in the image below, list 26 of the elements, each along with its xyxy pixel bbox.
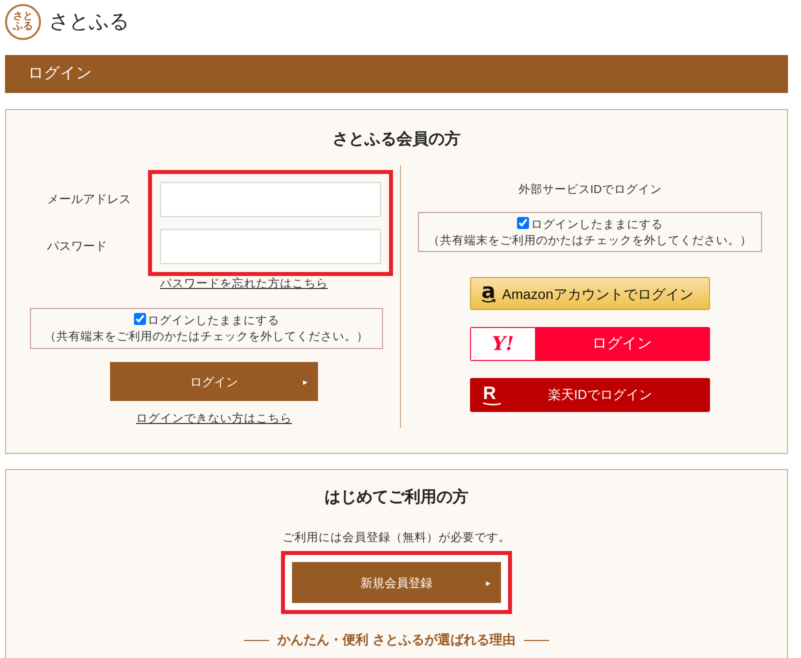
login-help-link[interactable]: ログインできない方はこちら [136, 413, 292, 425]
register-button[interactable]: 新規会員登録 ▸ [292, 562, 501, 603]
y-logo-icon: Y! [471, 328, 535, 360]
input-field[interactable] [160, 229, 381, 264]
field-label: パスワード [47, 238, 108, 255]
remember-note: （共有端末をご利用のかたはチェックを外してください。） [44, 330, 370, 345]
forgot-password-link[interactable]: パスワードを忘れた方はこちら [160, 278, 328, 290]
remember-label: ログインしたままにする [531, 219, 663, 231]
external-login-button[interactable]: R 楽天IDでログイン [470, 378, 710, 412]
remember-checkbox[interactable] [517, 217, 529, 229]
signup-note: ご利用には会員登録（無料）が必要です。 [282, 530, 512, 546]
site-logo-text[interactable]: さとふる [49, 6, 129, 36]
section-heading: さとふる会員の方 [332, 129, 462, 150]
remember-note: （共有端末をご利用のかたはチェックを外してください。） [427, 234, 753, 249]
external-login-button[interactable]: Y! ログイン [470, 327, 710, 361]
field-label: メールアドレス [47, 191, 132, 208]
subheading: 外部サービスIDでログイン [517, 182, 663, 198]
reasons-heading: かんたん・便利 さとふるが選ばれる理由 [278, 631, 516, 649]
remember-label: ログインしたままにする [148, 315, 280, 327]
input-field[interactable] [160, 182, 381, 217]
section-heading: はじめてご利用の方 [324, 487, 470, 508]
page-title-bar: ログイン [5, 55, 788, 93]
remember-checkbox[interactable] [134, 313, 146, 325]
seal-logo: さとふる [5, 4, 41, 40]
external-login-button[interactable]: a Amazonアカウントでログイン [470, 277, 710, 310]
login-button[interactable]: ログイン ▸ [110, 362, 318, 401]
